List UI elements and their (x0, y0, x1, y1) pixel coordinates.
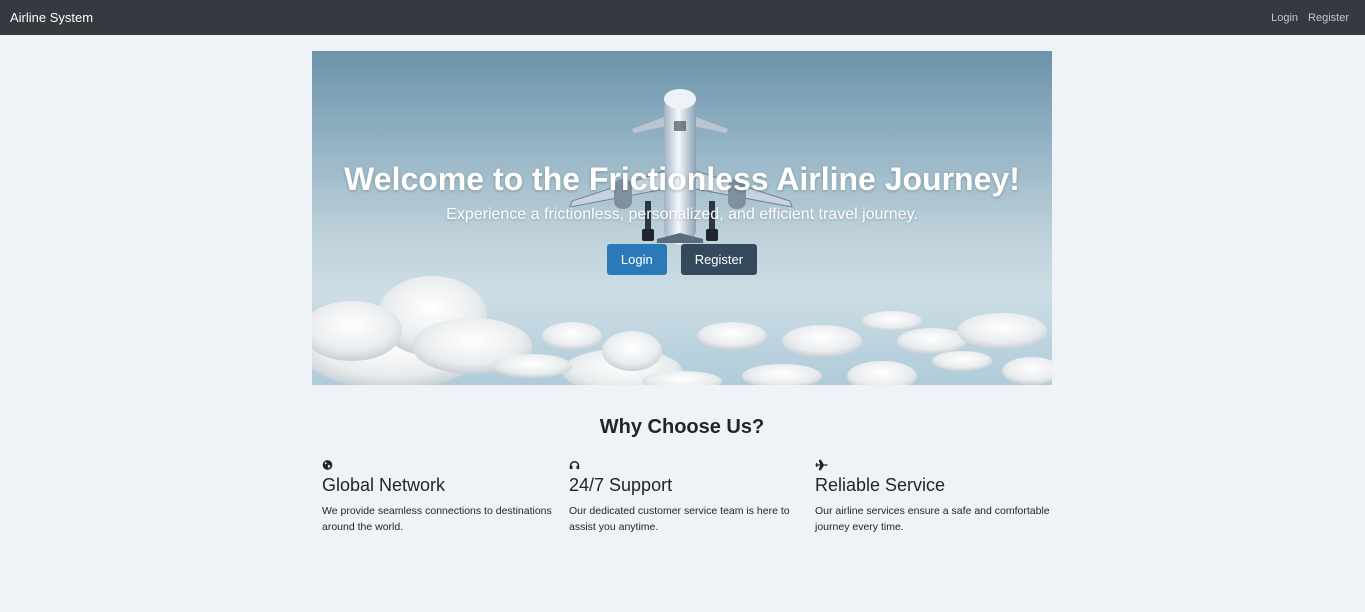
hero-register-button[interactable]: Register (680, 244, 758, 275)
top-navbar: Airline System Login Register (0, 0, 1365, 35)
hero-title: Welcome to the Frictionless Airline Jour… (344, 161, 1020, 197)
hero-banner: Welcome to the Frictionless Airline Jour… (312, 51, 1052, 385)
nav-login-link[interactable]: Login (1271, 12, 1298, 24)
hero-content: Welcome to the Frictionless Airline Jour… (312, 159, 1052, 275)
feature-text: We provide seamless connections to desti… (322, 505, 552, 533)
feature-title: Reliable Service (815, 475, 946, 495)
hero-login-button[interactable]: Login (606, 244, 667, 275)
hero-buttons: Login Register (312, 244, 1052, 275)
feature-title: 24/7 Support (569, 475, 673, 495)
nav-register-link[interactable]: Register (1308, 12, 1349, 24)
feature-text: Our dedicated customer service team is h… (569, 505, 790, 533)
features-heading: Why Choose Us? (599, 416, 765, 438)
feature-reliable-service: Reliable Service Our airline services en… (815, 458, 1055, 535)
feature-text: Our airline services ensure a safe and c… (815, 505, 1050, 533)
feature-global-network: Global Network We provide seamless conne… (322, 458, 562, 535)
nav-links: Login Register (1271, 12, 1349, 24)
feature-support: 24/7 Support Our dedicated customer serv… (569, 458, 809, 535)
globe-icon (322, 460, 333, 470)
headset-icon (569, 461, 580, 470)
plane-icon (815, 459, 828, 471)
feature-title: Global Network (322, 475, 446, 495)
brand-link[interactable]: Airline System (10, 10, 93, 25)
hero-subtitle: Experience a frictionless, personalized,… (446, 206, 918, 223)
